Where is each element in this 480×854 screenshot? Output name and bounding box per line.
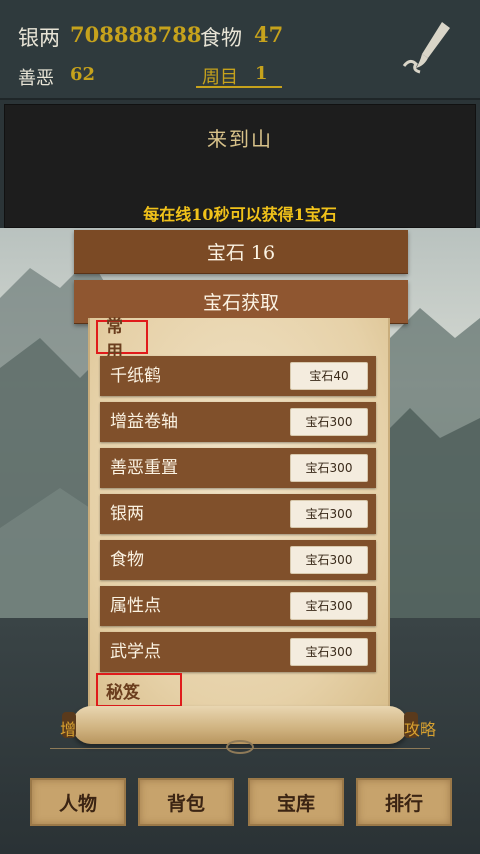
item-row-karma-reset: 善恶重置 宝石300 xyxy=(100,448,376,488)
buy-button[interactable]: 宝石300 xyxy=(290,546,368,574)
item-name: 善恶重置 xyxy=(110,458,178,478)
side-partial-left: 增 xyxy=(60,720,77,739)
item-row-silver: 银两 宝石300 xyxy=(100,494,376,534)
silver-value: 708888788 xyxy=(70,22,202,47)
buy-button[interactable]: 宝石300 xyxy=(290,454,368,482)
buy-button[interactable]: 宝石300 xyxy=(290,638,368,666)
buy-button[interactable]: 宝石300 xyxy=(290,592,368,620)
status-bar: 银两 708888788 食物 47 善恶 62 周目 1 xyxy=(0,0,480,100)
nav-rank-button[interactable]: 排行 xyxy=(356,778,452,826)
food-value: 47 xyxy=(254,22,284,47)
location-title: 来到山 xyxy=(207,127,273,151)
item-name: 增益卷轴 xyxy=(110,412,178,432)
gem-count-bar: 宝石 16 xyxy=(74,230,408,274)
brush-icon[interactable] xyxy=(398,18,458,78)
item-row-martial-points: 武学点 宝石300 xyxy=(100,632,376,672)
item-row-attribute-points: 属性点 宝石300 xyxy=(100,586,376,626)
item-name: 银两 xyxy=(110,504,144,524)
nav-person-button[interactable]: 人物 xyxy=(30,778,126,826)
item-row-buff-scroll: 增益卷轴 宝石300 xyxy=(100,402,376,442)
item-name: 武学点 xyxy=(110,642,161,662)
section-secret-label[interactable]: 秘笈 xyxy=(96,673,182,707)
food-label: 食物 xyxy=(200,26,242,50)
item-name: 千纸鹤 xyxy=(110,366,161,386)
cycle-underline xyxy=(196,86,282,88)
buy-button[interactable]: 宝石40 xyxy=(290,362,368,390)
cycle-value: 1 xyxy=(255,63,268,84)
item-name: 食物 xyxy=(110,550,144,570)
item-row-food: 食物 宝石300 xyxy=(100,540,376,580)
silver-label: 银两 xyxy=(18,26,60,50)
buy-button[interactable]: 宝石300 xyxy=(290,408,368,436)
side-partial-right[interactable]: 攻略 xyxy=(404,716,436,740)
scroll-roll xyxy=(62,706,418,744)
section-common-label[interactable]: 常用 xyxy=(96,317,148,362)
item-row-paper-crane: 千纸鹤 宝石40 xyxy=(100,356,376,396)
buy-button[interactable]: 宝石300 xyxy=(290,500,368,528)
nav-bag-button[interactable]: 背包 xyxy=(138,778,234,826)
gem-info-note: 每在线10秒可以获得1宝石 xyxy=(143,205,337,224)
message-panel: 来到山 每在线10秒可以获得1宝石 xyxy=(4,104,476,228)
karma-label: 善恶 xyxy=(18,68,54,89)
karma-value: 62 xyxy=(70,64,96,85)
scroll-knot xyxy=(226,740,254,754)
item-name: 属性点 xyxy=(110,596,161,616)
nav-vault-button[interactable]: 宝库 xyxy=(248,778,344,826)
